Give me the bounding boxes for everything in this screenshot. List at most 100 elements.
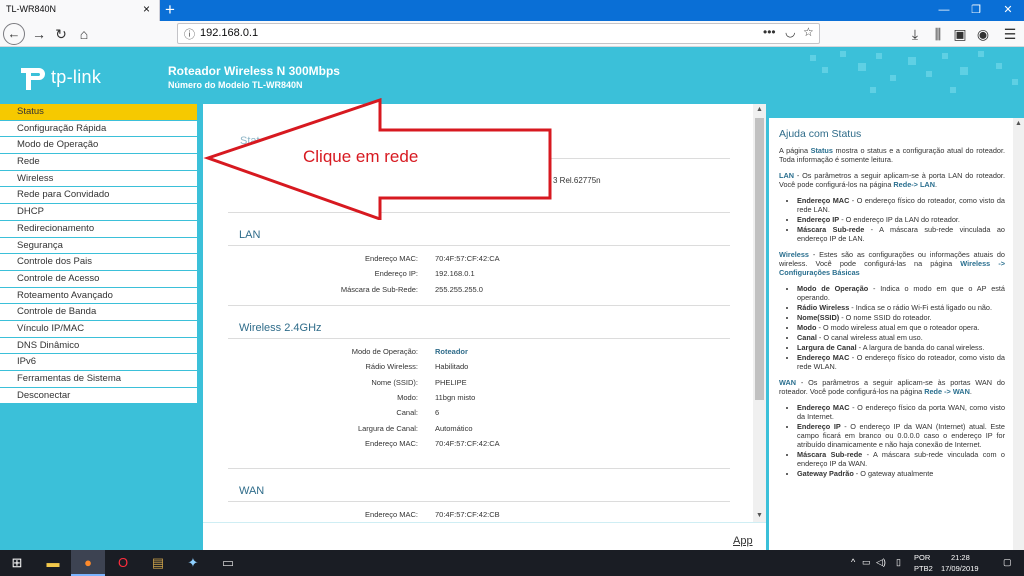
menu-item-modo-de-operacao[interactable]: Modo de Operação bbox=[0, 137, 197, 155]
menu-item-redirecionamento[interactable]: Redirecionamento bbox=[0, 220, 197, 238]
notifications-icon[interactable]: ▢ bbox=[1003, 557, 1012, 568]
network-icon[interactable]: ▭ bbox=[862, 557, 871, 568]
help-term: Endereço MAC bbox=[797, 196, 850, 205]
firefox-icon[interactable]: ● bbox=[71, 550, 105, 576]
browser-tab[interactable]: TL-WR840N × bbox=[0, 0, 160, 21]
menu-item-roteamento-avancado[interactable]: Roteamento Avançado bbox=[0, 287, 197, 305]
terminal-icon[interactable]: ▭ bbox=[211, 550, 245, 576]
help-wan-head: WAN bbox=[779, 378, 797, 387]
menu-icon[interactable]: ☰ bbox=[1000, 24, 1020, 44]
help-desc: - O nome SSID do roteador. bbox=[839, 313, 932, 322]
bookmark-star-icon[interactable]: ☆ bbox=[803, 25, 814, 39]
downloads-icon[interactable]: ⤓ bbox=[905, 24, 925, 44]
menu-item-controle-de-banda[interactable]: Controle de Banda bbox=[0, 304, 197, 321]
menu-item-ipv6[interactable]: IPv6 bbox=[0, 354, 197, 371]
app-link[interactable]: App bbox=[733, 535, 753, 547]
scroll-down-icon[interactable]: ▼ bbox=[753, 510, 766, 522]
help-scroll-up-icon[interactable]: ▲ bbox=[1013, 118, 1024, 130]
menu-item-dhcp[interactable]: DHCP bbox=[0, 204, 197, 221]
site-info-icon[interactable]: ⓘ bbox=[184, 26, 195, 42]
pocket-icon[interactable]: ◡ bbox=[785, 25, 795, 39]
windows-start-icon[interactable]: ⊞ bbox=[0, 550, 34, 576]
volume-icon[interactable]: ◁) bbox=[876, 557, 886, 568]
help-scrollbar[interactable]: ▲ bbox=[1013, 118, 1024, 550]
tab-close-icon[interactable]: × bbox=[143, 2, 150, 16]
help-wan-link[interactable]: Rede -> WAN bbox=[924, 387, 970, 396]
menu-item-vinculo-ip-mac[interactable]: Vínculo IP/MAC bbox=[0, 320, 197, 338]
wl-mode-value: Roteador bbox=[435, 347, 468, 356]
menu-item-seguranca[interactable]: Segurança bbox=[0, 237, 197, 255]
content-scroll-thumb[interactable] bbox=[755, 118, 764, 400]
menu-item-wireless[interactable]: Wireless bbox=[0, 170, 197, 188]
help-lan-link[interactable]: Rede-> LAN bbox=[893, 180, 935, 189]
wl-mac-value: 70:4F:57:CF:42:CA bbox=[435, 439, 500, 448]
menu-item-dns-dinamico[interactable]: DNS Dinâmico bbox=[0, 337, 197, 355]
help-term: Modo bbox=[797, 323, 817, 332]
wl-radio-value: Habilitado bbox=[435, 362, 469, 371]
account-icon[interactable]: ◉ bbox=[973, 24, 993, 44]
help-term: Endereço IP bbox=[797, 215, 840, 224]
language-bottom[interactable]: PTB2 bbox=[914, 564, 933, 573]
help-period: . bbox=[934, 180, 937, 189]
help-list-item: Canal - O canal wireless atual em uso. bbox=[797, 333, 1005, 342]
close-window-button[interactable]: ✕ bbox=[992, 0, 1024, 21]
help-desc: - O modo wireless atual em que o roteado… bbox=[816, 323, 980, 332]
help-list-item: Rádio Wireless - Indica se o rádio Wi-Fi… bbox=[797, 303, 1005, 312]
wl-ssid-label: Nome (SSID): bbox=[371, 378, 418, 387]
wl-modo-value: 11bgn misto bbox=[435, 393, 476, 402]
library-icon[interactable]: ⫼ bbox=[928, 24, 948, 44]
clock-date[interactable]: 17/09/2019 bbox=[941, 564, 979, 573]
archive-app-icon[interactable]: ▤ bbox=[141, 550, 175, 576]
menu-item-status[interactable]: Status bbox=[0, 104, 197, 121]
reload-icon[interactable]: ↻ bbox=[51, 24, 71, 44]
help-intro-text: A página bbox=[779, 146, 811, 155]
lan-ip-value: 192.168.0.1 bbox=[435, 269, 475, 278]
menu-item-rede[interactable]: Rede bbox=[0, 154, 197, 171]
help-wan-list: Endereço MAC - O endereço físico da port… bbox=[797, 403, 1005, 478]
lan-mask-value: 255.255.255.0 bbox=[435, 285, 483, 294]
page-actions-icon[interactable]: ••• bbox=[763, 25, 776, 39]
settings-app-icon[interactable]: ✦ bbox=[176, 550, 210, 576]
back-arrow-icon[interactable]: ← bbox=[3, 23, 25, 45]
wl-radio-label: Rádio Wireless: bbox=[365, 362, 418, 371]
section-divider bbox=[228, 245, 730, 246]
router-title: Roteador Wireless N 300Mbps bbox=[168, 64, 340, 78]
help-list-item: Modo - O modo wireless atual em que o ro… bbox=[797, 323, 1005, 332]
forward-arrow-icon[interactable]: → bbox=[29, 24, 49, 44]
minimize-window-button[interactable]: — bbox=[928, 0, 960, 21]
tab-title: TL-WR840N bbox=[6, 4, 57, 14]
file-explorer-icon[interactable]: ▬ bbox=[36, 550, 70, 576]
new-tab-button[interactable]: + bbox=[165, 0, 175, 20]
help-lan-head: LAN bbox=[779, 171, 794, 180]
battery-icon[interactable]: ▯ bbox=[896, 557, 901, 568]
language-top[interactable]: POR bbox=[914, 553, 930, 562]
menu-item-ferramentas-de-sistema[interactable]: Ferramentas de Sistema bbox=[0, 371, 197, 388]
address-url: 192.168.0.1 bbox=[200, 27, 259, 39]
help-list-item: Endereço IP - O endereço IP da WAN (Inte… bbox=[797, 422, 1005, 449]
menu-item-desconectar[interactable]: Desconectar bbox=[0, 387, 197, 405]
maximize-window-button[interactable]: ❐ bbox=[960, 0, 992, 21]
wl-ssid-value: PHELIPE bbox=[435, 378, 467, 387]
help-title: Ajuda com Status bbox=[779, 128, 862, 140]
annotation-text: Clique em rede bbox=[303, 147, 419, 166]
help-list-item: Nome(SSID) - O nome SSID do roteador. bbox=[797, 313, 1005, 322]
menu-item-controle-de-acesso[interactable]: Controle de Acesso bbox=[0, 270, 197, 288]
address-bar[interactable]: ⓘ 192.168.0.1 ••• ◡ ☆ bbox=[177, 23, 820, 44]
scroll-up-icon[interactable]: ▲ bbox=[753, 104, 766, 116]
sidebar-icon[interactable]: ▣ bbox=[950, 24, 970, 44]
tray-chevron-icon[interactable]: ^ bbox=[851, 557, 855, 567]
opera-icon[interactable]: O bbox=[106, 550, 140, 576]
wan-mac-value: 70:4F:57:CF:42:CB bbox=[435, 510, 500, 519]
tp-link-logo-text: tp-link bbox=[51, 67, 102, 87]
menu-item-rede-para-convidado[interactable]: Rede para Convidado bbox=[0, 187, 197, 205]
clock-time[interactable]: 21:28 bbox=[951, 553, 970, 562]
help-wireless-paragraph: Wireless - Estes são as configurações ou… bbox=[779, 250, 1005, 277]
help-lan-text: - Os parâmetros a seguir aplicam-se à po… bbox=[779, 171, 1005, 189]
menu-item-configuracao-rapida[interactable]: Configuração Rápida bbox=[0, 120, 197, 138]
help-term: Endereço MAC bbox=[797, 353, 850, 362]
help-desc: - O endereço IP da LAN do roteador. bbox=[839, 215, 960, 224]
section-divider bbox=[228, 501, 730, 502]
menu-item-controle-dos-pais[interactable]: Controle dos Pais bbox=[0, 254, 197, 271]
help-list-item: Endereço MAC - O endereço físico do rote… bbox=[797, 196, 1005, 214]
home-icon[interactable]: ⌂ bbox=[74, 24, 94, 44]
